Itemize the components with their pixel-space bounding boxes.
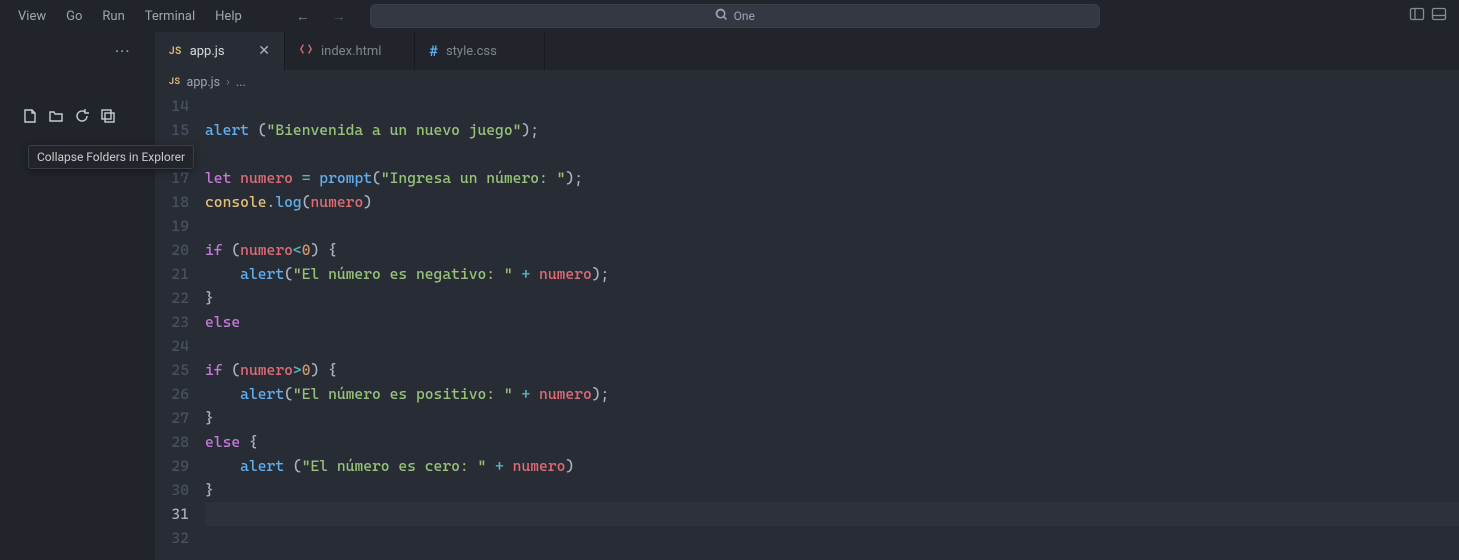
- tab-app-js[interactable]: JS app.js ✕: [155, 32, 285, 70]
- code-line[interactable]: if (numero>0) {: [205, 358, 1459, 382]
- menubar: View Go Run Terminal Help ← → One: [0, 0, 1459, 32]
- code-line[interactable]: alert ("El número es cero: " + numero): [205, 454, 1459, 478]
- nav-back-icon[interactable]: ←: [292, 6, 314, 27]
- html-file-icon: [299, 42, 313, 60]
- close-icon[interactable]: ✕: [248, 43, 270, 59]
- code-line[interactable]: [205, 142, 1459, 166]
- line-number: 14: [155, 94, 189, 118]
- line-number: 26: [155, 382, 189, 406]
- code-body[interactable]: alert ("Bienvenida a un nuevo juego"); l…: [205, 94, 1459, 550]
- explorer-actions: [22, 108, 116, 128]
- command-center[interactable]: One: [370, 4, 1100, 28]
- editor-actions-more-icon[interactable]: ···: [115, 42, 131, 61]
- line-number: 15: [155, 118, 189, 142]
- code-line[interactable]: [205, 94, 1459, 118]
- code-line[interactable]: }: [205, 478, 1459, 502]
- code-line[interactable]: [205, 214, 1459, 238]
- tab-index-html[interactable]: index.html: [285, 32, 415, 70]
- line-number: 30: [155, 478, 189, 502]
- line-number: 31: [155, 502, 189, 526]
- code-line[interactable]: [205, 502, 1459, 526]
- line-number: 25: [155, 358, 189, 382]
- collapse-folders-icon[interactable]: [100, 108, 116, 128]
- tab-label: app.js: [190, 44, 225, 59]
- code-line[interactable]: alert("El número es negativo: " + numero…: [205, 262, 1459, 286]
- menu-run[interactable]: Run: [92, 5, 134, 28]
- command-center-text: One: [734, 9, 755, 23]
- code-line[interactable]: }: [205, 406, 1459, 430]
- code-line[interactable]: console.log(numero): [205, 190, 1459, 214]
- line-number: 20: [155, 238, 189, 262]
- line-number: 21: [155, 262, 189, 286]
- editor-area: ··· JS app.js ✕ index.html # style.css J…: [155, 32, 1459, 560]
- breadcrumb-file: app.js: [187, 75, 221, 90]
- line-number: 22: [155, 286, 189, 310]
- menu-go[interactable]: Go: [56, 5, 92, 28]
- code-editor[interactable]: 14151617181920212223242526272829303132 a…: [155, 94, 1459, 550]
- code-line[interactable]: alert("El número es positivo: " + numero…: [205, 382, 1459, 406]
- code-line[interactable]: [205, 526, 1459, 550]
- code-line[interactable]: if (numero<0) {: [205, 238, 1459, 262]
- code-line[interactable]: else {: [205, 430, 1459, 454]
- js-file-icon: JS: [169, 77, 181, 87]
- toggle-primary-sidebar-icon[interactable]: [1409, 6, 1425, 26]
- tooltip-collapse-folders: Collapse Folders in Explorer: [28, 145, 194, 169]
- toggle-panel-icon[interactable]: [1431, 6, 1447, 26]
- line-number: 28: [155, 430, 189, 454]
- line-number: 23: [155, 310, 189, 334]
- tab-label: index.html: [321, 44, 381, 59]
- line-number: 24: [155, 334, 189, 358]
- code-line[interactable]: let numero = prompt("Ingresa un número: …: [205, 166, 1459, 190]
- js-file-icon: JS: [169, 46, 182, 57]
- line-number: 29: [155, 454, 189, 478]
- menu-view[interactable]: View: [8, 5, 56, 28]
- css-file-icon: #: [429, 42, 438, 60]
- search-icon: [715, 8, 728, 24]
- line-number: 17: [155, 166, 189, 190]
- code-line[interactable]: else: [205, 310, 1459, 334]
- line-number: 18: [155, 190, 189, 214]
- tabs-bar: ··· JS app.js ✕ index.html # style.css: [155, 32, 1459, 70]
- menu-terminal[interactable]: Terminal: [135, 5, 205, 28]
- chevron-right-icon: ›: [226, 75, 230, 90]
- tab-label: style.css: [446, 44, 497, 59]
- menu-help[interactable]: Help: [205, 5, 252, 28]
- new-folder-icon[interactable]: [48, 108, 64, 128]
- breadcrumb-tail: ...: [236, 75, 246, 90]
- line-number: 19: [155, 214, 189, 238]
- line-number: 27: [155, 406, 189, 430]
- code-line[interactable]: }: [205, 286, 1459, 310]
- nav-controls: ← →: [292, 6, 350, 27]
- new-file-icon[interactable]: [22, 108, 38, 128]
- explorer-sidebar: [0, 32, 155, 560]
- refresh-icon[interactable]: [74, 108, 90, 128]
- line-number: 32: [155, 526, 189, 550]
- breadcrumb[interactable]: JS app.js › ...: [155, 70, 1459, 94]
- layout-controls: [1409, 6, 1451, 26]
- nav-forward-icon[interactable]: →: [328, 6, 350, 27]
- tab-style-css[interactable]: # style.css: [415, 32, 545, 70]
- code-line[interactable]: alert ("Bienvenida a un nuevo juego");: [205, 118, 1459, 142]
- code-line[interactable]: [205, 334, 1459, 358]
